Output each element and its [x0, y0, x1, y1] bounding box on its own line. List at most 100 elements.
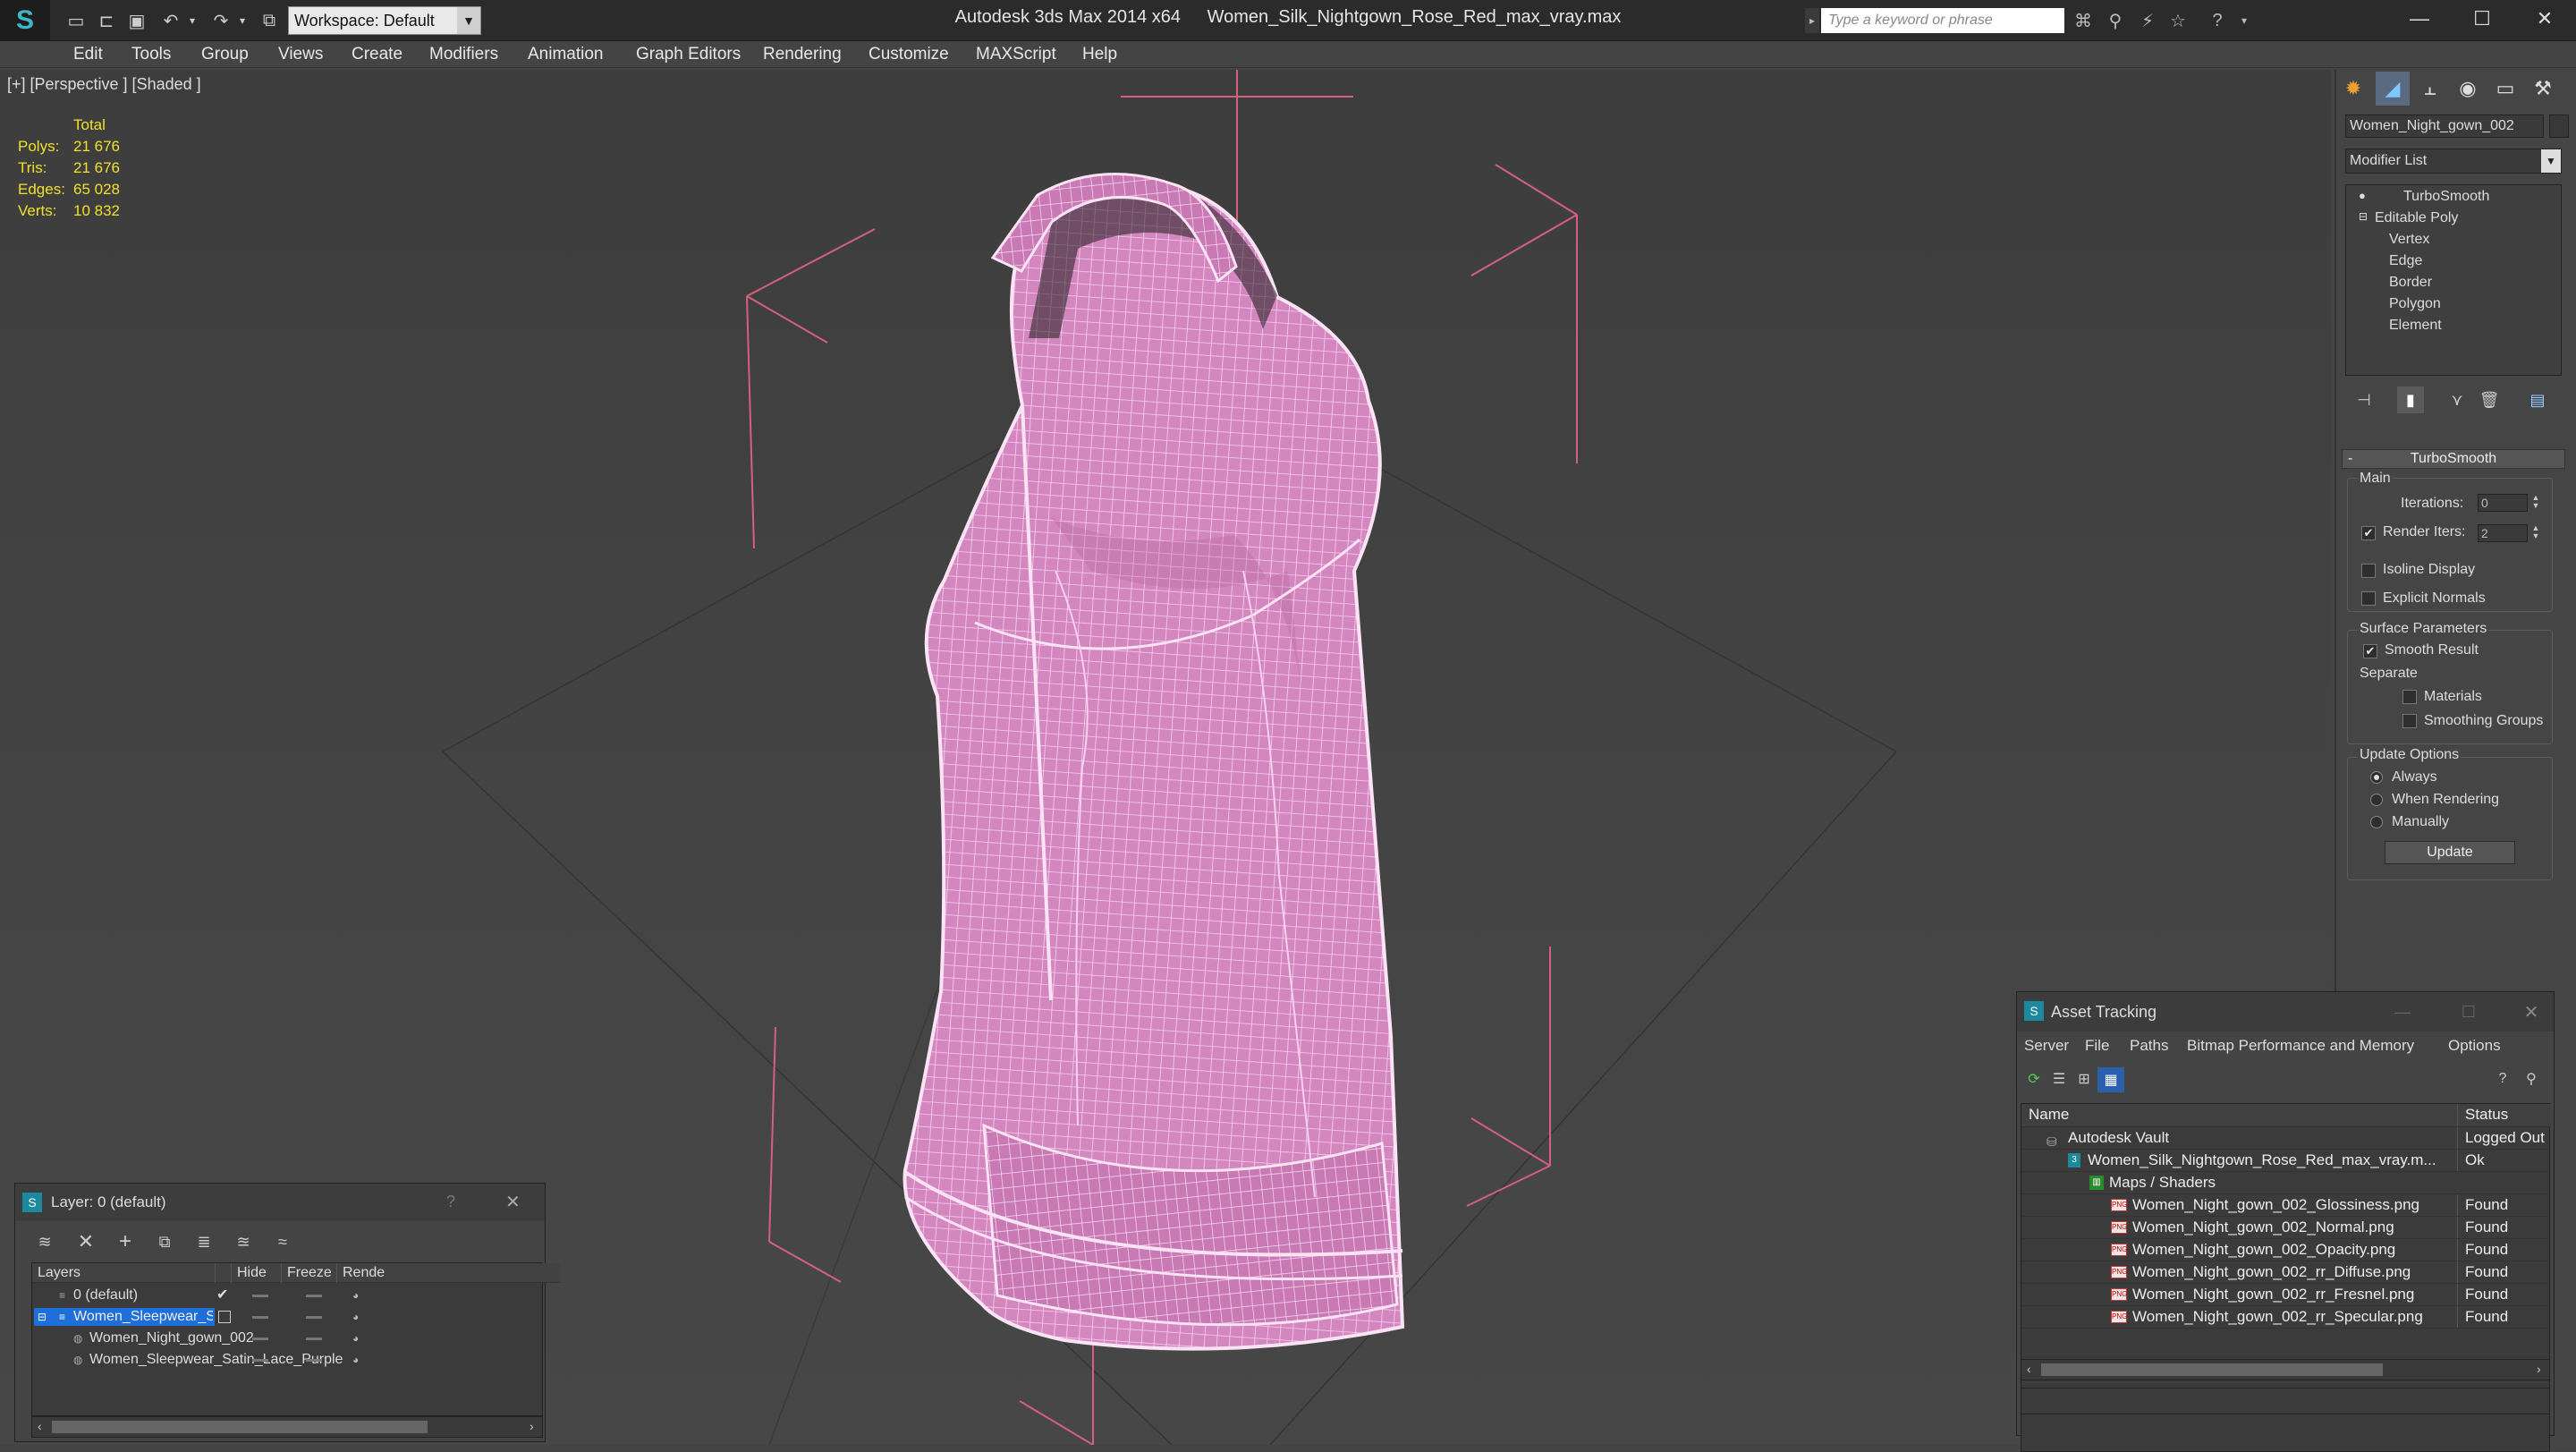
hide-column-header[interactable]: Hide [231, 1263, 267, 1283]
menu-rendering[interactable]: Rendering [763, 45, 842, 64]
render-column-header[interactable]: Rende [336, 1263, 385, 1283]
create-layer-icon[interactable]: ≋ [31, 1228, 58, 1255]
menu-edit[interactable]: Edit [73, 45, 103, 64]
remove-modifier-icon[interactable]: 🗑 [2476, 386, 2503, 413]
help-search-icon[interactable]: ⚲ [2520, 1067, 2543, 1091]
modifier-list-dropdown[interactable]: Modifier List ▼ [2345, 149, 2562, 174]
hierarchy-tab-icon[interactable]: ⫠ [2413, 72, 2447, 106]
status-column-header[interactable]: Status [2457, 1104, 2550, 1125]
communication-center-icon[interactable]: ⚡ [2134, 8, 2161, 33]
iterations-spinner[interactable]: 0 [2478, 494, 2528, 512]
delete-layer-icon[interactable]: ✕ [72, 1228, 99, 1255]
menu-views[interactable]: Views [278, 45, 323, 64]
render-iters-spinner[interactable]: 2 [2478, 524, 2528, 542]
menu-group[interactable]: Group [201, 45, 249, 64]
project-folder-icon[interactable]: ⧉ [256, 7, 283, 34]
stack-item-border[interactable]: Border [2389, 275, 2432, 291]
close-icon[interactable]: ✕ [2518, 999, 2545, 1024]
new-file-icon[interactable]: ▭ [63, 7, 89, 34]
help-icon[interactable]: ? [2491, 1067, 2514, 1091]
layers-column-header[interactable]: Layers [38, 1263, 80, 1283]
always-radio[interactable] [2370, 771, 2383, 784]
maximize-icon[interactable]: ☐ [2451, 0, 2513, 38]
lightbulb-icon[interactable]: ● [2359, 189, 2366, 202]
minimize-icon[interactable]: — [2388, 0, 2451, 38]
highlight-layer-icon[interactable]: ≣ [191, 1228, 217, 1255]
undo-dropdown-icon[interactable]: ▾ [179, 7, 206, 34]
menu-animation[interactable]: Animation [528, 45, 604, 64]
asset-menu-bitmap-performance[interactable]: Bitmap Performance and Memory [2187, 1037, 2414, 1055]
pin-stack-icon[interactable]: ⊣ [2351, 386, 2377, 413]
search-expand-icon[interactable]: ▸ [1805, 8, 1819, 33]
redo-dropdown-icon[interactable]: ▾ [229, 7, 256, 34]
close-icon[interactable]: ✕ [505, 1191, 521, 1213]
close-icon[interactable]: ✕ [2513, 0, 2576, 38]
menu-help[interactable]: Help [1082, 45, 1117, 64]
motion-tab-icon[interactable]: ◉ [2451, 72, 2485, 106]
table-row[interactable]: ▥ Maps / Shaders [2021, 1172, 2551, 1194]
object-name-field[interactable]: Women_Night_gown_002 [2345, 115, 2544, 138]
favorites-star-icon[interactable]: ☆ [2165, 8, 2191, 33]
layer-row[interactable]: ≡ 0 (default) ✔ ◕ [32, 1285, 560, 1306]
help-dropdown-icon[interactable]: ▾ [2231, 8, 2258, 33]
list-view-icon[interactable]: ☰ [2047, 1067, 2071, 1091]
manually-radio[interactable] [2370, 816, 2383, 828]
update-button[interactable]: Update [2385, 841, 2515, 864]
collapse-icon[interactable]: ⊟ [2359, 210, 2368, 223]
table-row[interactable]: PNG Women_Night_gown_002_Glossiness.png … [2021, 1194, 2551, 1217]
stack-item-element[interactable]: Element [2389, 318, 2442, 334]
create-tab-icon[interactable]: ✹ [2336, 72, 2370, 106]
tree-view-icon[interactable]: ⊞ [2072, 1067, 2096, 1091]
modify-tab-icon[interactable]: ◢ [2376, 72, 2410, 106]
name-column-header[interactable]: Name [2029, 1104, 2069, 1125]
asset-menu-options[interactable]: Options [2448, 1037, 2501, 1055]
table-row[interactable]: PNG Women_Night_gown_002_rr_Specular.png… [2021, 1306, 2551, 1329]
asset-menu-paths[interactable]: Paths [2130, 1037, 2168, 1055]
asset-path-field[interactable] [2021, 1388, 2550, 1414]
layer-row[interactable]: ◍ Women_Sleepwear_Satin_Lace_Purple ◕ [32, 1349, 560, 1371]
isoline-display-checkbox[interactable] [2361, 564, 2376, 578]
scrollbar-thumb[interactable] [52, 1421, 428, 1433]
table-row[interactable]: PNG Women_Night_gown_002_Opacity.png Fou… [2021, 1239, 2551, 1261]
stack-item-edge[interactable]: Edge [2389, 253, 2422, 269]
smoothing-groups-checkbox[interactable] [2402, 714, 2417, 728]
table-row[interactable]: PNG Women_Night_gown_002_Normal.png Foun… [2021, 1217, 2551, 1239]
maximize-icon[interactable]: ☐ [2455, 999, 2482, 1024]
add-to-layer-icon[interactable]: + [112, 1228, 139, 1255]
stack-item-polygon[interactable]: Polygon [2389, 296, 2441, 312]
menu-graph-editors[interactable]: Graph Editors [636, 45, 741, 64]
spinner-arrows-icon[interactable]: ▲ ▼ [2529, 524, 2542, 542]
table-row[interactable]: ⛁ Autodesk Vault Logged Out ... [2021, 1127, 2551, 1150]
horizontal-scrollbar[interactable]: ‹ › [31, 1416, 543, 1438]
minimize-icon[interactable]: — [2389, 999, 2416, 1024]
menu-tools[interactable]: Tools [131, 45, 171, 64]
turbosmooth-rollout-header[interactable]: - TurboSmooth [2342, 449, 2565, 469]
make-unique-icon[interactable]: ⋎ [2444, 386, 2470, 413]
materials-checkbox[interactable] [2402, 690, 2417, 704]
table-row[interactable]: PNG Women_Night_gown_002_rr_Diffuse.png … [2021, 1261, 2551, 1284]
explicit-normals-checkbox[interactable] [2361, 591, 2376, 606]
stack-item-vertex[interactable]: Vertex [2389, 232, 2429, 248]
select-objects-icon[interactable]: ⧉ [151, 1228, 178, 1255]
set-current-layer-box[interactable] [218, 1311, 231, 1323]
binoculars-icon[interactable]: ⌘ [2070, 8, 2097, 33]
layer-dialog-titlebar[interactable]: S Layer: 0 (default) ? ✕ [15, 1184, 545, 1221]
freeze-all-icon[interactable]: ≈ [269, 1228, 296, 1255]
table-row[interactable]: PNG Women_Night_gown_002_rr_Fresnel.png … [2021, 1284, 2551, 1306]
freeze-column-header[interactable]: Freeze [281, 1263, 332, 1283]
hide-all-icon[interactable]: ≊ [230, 1228, 257, 1255]
app-logo-icon[interactable]: S [0, 0, 50, 41]
search-input[interactable]: Type a keyword or phrase [1821, 8, 2064, 33]
table-view-icon[interactable]: ▦ [2097, 1067, 2124, 1092]
asset-menu-file[interactable]: File [2085, 1037, 2109, 1055]
save-icon[interactable]: ▣ [123, 7, 150, 34]
object-color-swatch[interactable] [2549, 115, 2569, 138]
layer-row[interactable]: ◍ Women_Night_gown_002 ◕ [32, 1328, 560, 1349]
display-tab-icon[interactable]: ▭ [2488, 72, 2522, 106]
show-end-result-icon[interactable]: ▮ [2397, 386, 2424, 413]
open-file-icon[interactable]: ⊏ [93, 7, 120, 34]
help-icon[interactable]: ? [2204, 8, 2231, 33]
viewport-label[interactable]: [+] [Perspective ] [Shaded ] [7, 75, 201, 94]
table-row[interactable]: 3 Women_Silk_Nightgown_Rose_Red_max_vray… [2021, 1150, 2551, 1172]
configure-modifier-sets-icon[interactable]: ▤ [2524, 386, 2551, 413]
